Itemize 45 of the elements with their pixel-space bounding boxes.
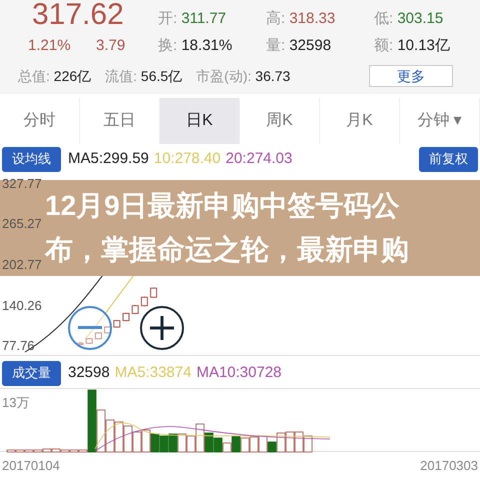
volume-axis-label: 13万 (2, 394, 30, 412)
chart-tab[interactable]: 日K (160, 98, 240, 144)
stat-text: 总值: 226亿 (18, 66, 92, 86)
minus-icon (78, 326, 102, 330)
candle (86, 338, 93, 344)
volume-value: 32598 (68, 362, 110, 383)
stat-text: 低: 303.15 (373, 8, 444, 28)
price-value: 317.62 (31, 0, 125, 30)
candle (132, 304, 139, 315)
price-axis-label: 202.77 (2, 256, 42, 273)
price-axis-label: 327.77 (2, 176, 42, 192)
ma-value: 20:274.03 (226, 148, 292, 169)
price-axis-label: 140.26 (2, 298, 42, 314)
stat-text: 换: 18.31% (157, 36, 234, 56)
stat-text: 市盈(动): 36.73 (196, 66, 290, 86)
candle (122, 312, 130, 322)
change-value: 3.79 (95, 36, 126, 56)
zoom-in-button[interactable] (140, 306, 184, 350)
candle (104, 326, 112, 334)
plus-icon (150, 316, 174, 340)
more-button[interactable]: 更多 (369, 65, 453, 87)
candle (150, 287, 158, 298)
stat-text: 量: 32598 (265, 36, 332, 56)
stat-text: 额: 10.13亿 (373, 36, 451, 56)
volume-value: MA10:30728 (196, 362, 282, 383)
candle (94, 332, 102, 340)
change-percent: 1.21% (27, 36, 72, 56)
ma-value: MA5:299.59 (68, 148, 149, 169)
ma-value: 10:278.40 (154, 148, 221, 169)
set-ma-button[interactable]: 设均线 (2, 146, 61, 172)
volume-button[interactable]: 成交量 (2, 360, 61, 386)
price-axis-label: 77.76 (2, 338, 35, 354)
adjust-button[interactable]: 前复权 (419, 146, 478, 172)
candle (113, 319, 120, 328)
candle (76, 341, 84, 346)
stat-text: 流值: 56.5亿 (105, 66, 182, 86)
volume-value: MA5:33874 (114, 362, 192, 383)
stat-text: 高: 318.33 (265, 8, 336, 28)
date-label: 20170104 (2, 457, 60, 475)
candle (140, 296, 148, 307)
stat-text: 开: 311.77 (157, 8, 228, 28)
zoom-out-button[interactable] (68, 306, 112, 350)
date-label: 20170303 (420, 457, 478, 475)
banner-title: 12月9日最新申购中签号码公布，掌握命运之轮，最新申购 (45, 189, 410, 267)
price-axis-label: 265.27 (2, 216, 42, 232)
